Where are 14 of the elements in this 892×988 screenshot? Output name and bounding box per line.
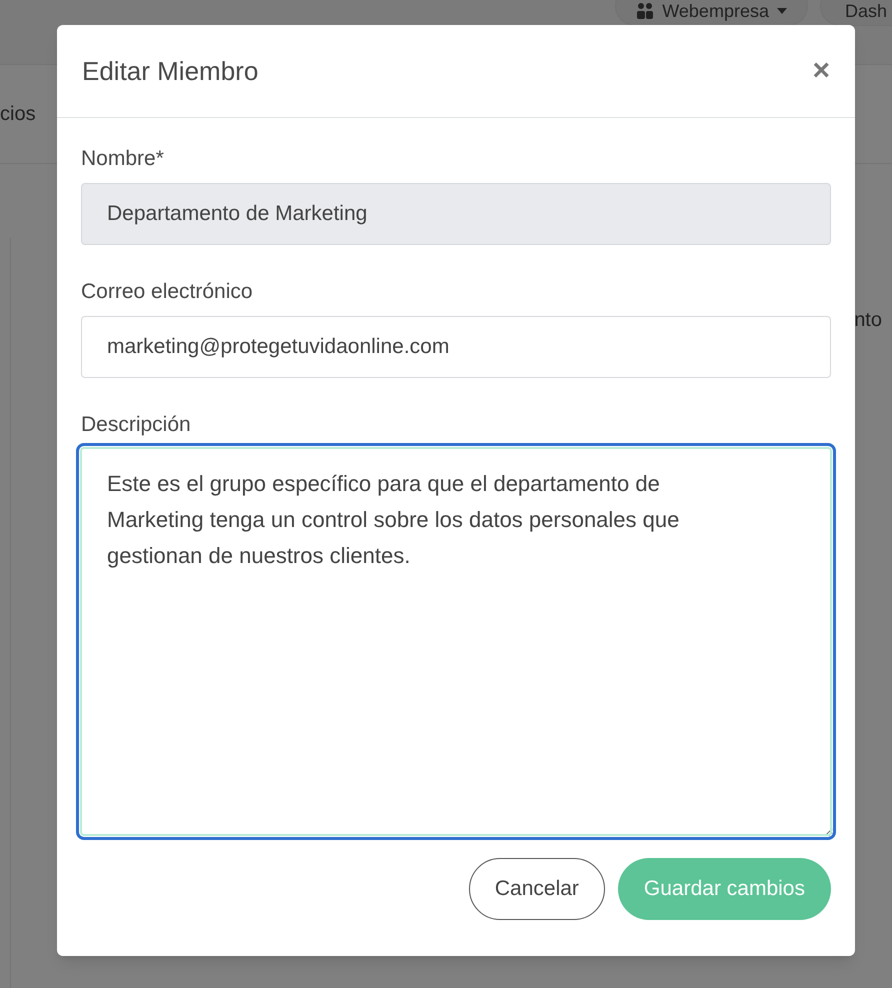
tab-label[interactable]: cios	[0, 100, 36, 128]
close-button[interactable]: ×	[812, 56, 830, 86]
description-textarea[interactable]: Este es el grupo específico para que el departamento de Marketing tenga un control sobre los datos personales que gestionan de nuestros clientes.	[76, 443, 836, 840]
dialog-title: Editar Miembro	[82, 54, 258, 88]
field-label: Correo electrónico	[81, 281, 254, 302]
text-field[interactable]: marketing@protegetuvidaonline.com	[81, 316, 831, 378]
column-label: nto	[854, 308, 882, 333]
field-label: Nombre*	[81, 148, 165, 169]
users-icon	[636, 2, 654, 20]
nav-button[interactable]: Dash	[820, 0, 892, 26]
caret-icon	[776, 8, 787, 14]
cancel-button[interactable]: Cancelar	[468, 858, 605, 920]
field-label: Descripción	[81, 414, 192, 435]
account-menu[interactable]: Webempresa	[615, 0, 808, 26]
